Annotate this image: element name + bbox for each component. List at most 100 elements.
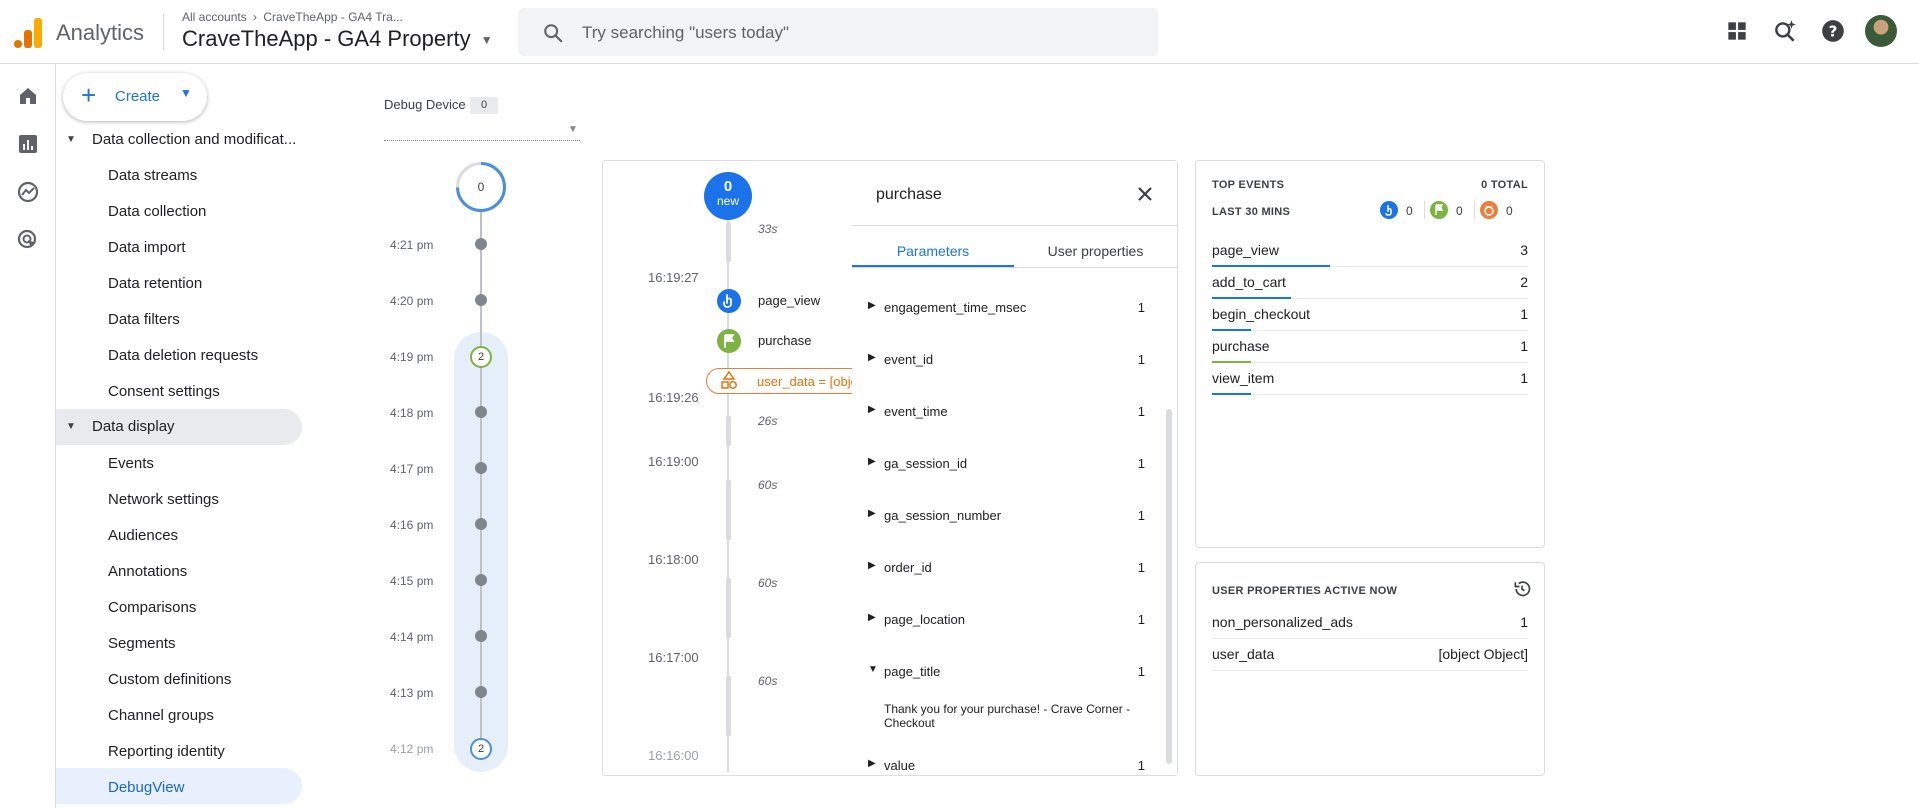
user-property-row[interactable]: non_personalized_ads 1 (1212, 607, 1528, 639)
events-count-icon (1380, 201, 1398, 219)
home-icon[interactable] (16, 84, 40, 108)
minute-marker[interactable] (475, 518, 487, 530)
analytics-logo-icon[interactable] (14, 18, 42, 48)
reports-icon[interactable] (16, 132, 40, 156)
collapse-arrow-icon: ▼ (66, 134, 76, 145)
nav-item-channel-groups[interactable]: Channel groups (108, 707, 214, 724)
top-events-total: 0 TOTAL (1481, 179, 1528, 191)
nav-item-data-deletion-requests[interactable]: Data deletion requests (108, 347, 258, 364)
second-label: 16:19:27 (648, 270, 699, 285)
minute-event-count[interactable]: 2 (470, 738, 492, 760)
help-icon[interactable]: ? (1820, 18, 1846, 44)
search-bar[interactable]: Try searching "users today" (518, 8, 1158, 56)
param-row[interactable]: ▶ ga_session_number 1 (852, 506, 1177, 526)
top-event-row[interactable]: purchase 1 (1212, 331, 1528, 363)
minute-marker[interactable] (475, 630, 487, 642)
top-event-count: 2 (1520, 274, 1528, 290)
nav-item-debugview[interactable]: DebugView (108, 779, 184, 796)
minute-marker[interactable] (475, 686, 487, 698)
param-row[interactable]: ▶ engagement_time_msec 1 (852, 298, 1177, 318)
minute-marker[interactable] (475, 574, 487, 586)
nav-item-segments[interactable]: Segments (108, 635, 176, 652)
breadcrumb[interactable]: All accounts › CraveTheApp - GA4 Tra... (182, 10, 403, 24)
param-row[interactable]: ▶ event_id 1 (852, 350, 1177, 370)
explore-icon[interactable] (16, 180, 40, 204)
nav-section-data-display[interactable]: ▼ Data display (56, 409, 302, 445)
top-event-row[interactable]: add_to_cart 2 (1212, 267, 1528, 299)
param-row[interactable]: ▶ event_time 1 (852, 402, 1177, 422)
minute-event-count[interactable]: 2 (470, 346, 492, 368)
collapse-arrow-icon: ▼ (66, 421, 76, 432)
user-property-row[interactable]: user_data [object Object] (1212, 639, 1528, 671)
nav-item-consent-settings[interactable]: Consent settings (108, 383, 220, 400)
close-icon[interactable] (1136, 185, 1154, 203)
minute-marker[interactable] (475, 238, 487, 250)
time-gap-bar (726, 416, 731, 446)
minute-marker[interactable] (475, 294, 487, 306)
conversion-flag-icon[interactable] (717, 329, 741, 353)
history-icon[interactable] (1512, 579, 1532, 599)
nav-item-comparisons[interactable]: Comparisons (108, 599, 196, 616)
nav-item-events[interactable]: Events (108, 455, 154, 472)
top-event-count: 1 (1520, 338, 1528, 354)
nav-section-data-collection[interactable]: ▼ Data collection and modificat... (56, 122, 302, 158)
top-app-bar: Analytics All accounts › CraveTheApp - G… (0, 0, 1919, 64)
nav-item-data-filters[interactable]: Data filters (108, 311, 180, 328)
scrollbar[interactable] (1166, 409, 1172, 764)
create-button[interactable]: + Create ▼ (63, 73, 207, 121)
tab-user-properties[interactable]: User properties (1014, 243, 1177, 259)
top-event-row[interactable]: page_view 3 (1212, 235, 1528, 267)
tab-parameters[interactable]: Parameters (852, 243, 1014, 259)
minute-label: 4:13 pm (390, 686, 434, 700)
param-key: ga_session_id (884, 456, 968, 471)
new-events-counter[interactable]: 0 new (704, 172, 752, 220)
param-row[interactable]: ▶ ga_session_id 1 (852, 454, 1177, 474)
minute-marker[interactable] (475, 406, 487, 418)
minute-marker[interactable] (475, 462, 487, 474)
event-name-page-view[interactable]: page_view (758, 293, 820, 308)
apps-grid-icon[interactable] (1724, 18, 1750, 44)
search-insights-icon[interactable] (1772, 18, 1798, 44)
property-selector[interactable]: CraveTheApp - GA4 Property ▼ (182, 26, 493, 52)
advertising-icon[interactable] (16, 228, 40, 252)
time-gap-bar (726, 222, 731, 262)
time-gap-label: 60s (758, 576, 778, 590)
event-name-purchase[interactable]: purchase (758, 333, 811, 348)
param-row[interactable]: ▶ order_id 1 (852, 558, 1177, 578)
top-events-period: LAST 30 MINS (1212, 206, 1291, 218)
nav-item-audiences[interactable]: Audiences (108, 527, 178, 544)
param-row[interactable]: ▶ value 1 (852, 756, 1177, 776)
param-row-expanded[interactable]: ▼ page_title 1 (852, 662, 1177, 682)
debug-device-select[interactable] (384, 140, 580, 141)
page-view-event-icon[interactable] (717, 289, 741, 313)
collapse-arrow-icon: ▼ (868, 664, 878, 675)
breadcrumb-all-accounts[interactable]: All accounts (182, 10, 247, 24)
nav-item-custom-definitions[interactable]: Custom definitions (108, 671, 231, 688)
detail-divider (852, 225, 1177, 226)
param-row[interactable]: ▶ page_location 1 (852, 610, 1177, 630)
minute-label: 4:19 pm (390, 350, 434, 364)
nav-item-reporting-identity[interactable]: Reporting identity (108, 743, 225, 760)
error-event-pill[interactable]: user_data = [obje (706, 368, 876, 394)
top-event-row[interactable]: begin_checkout 1 (1212, 299, 1528, 331)
caret-down-icon: ▼ (480, 33, 493, 48)
expand-arrow-icon: ▶ (868, 612, 876, 623)
expand-arrow-icon: ▶ (868, 404, 876, 415)
nav-item-data-collection[interactable]: Data collection (108, 203, 206, 220)
expand-arrow-icon: ▶ (868, 508, 876, 519)
account-avatar[interactable] (1865, 15, 1897, 47)
expand-arrow-icon: ▶ (868, 758, 876, 769)
user-properties-title: USER PROPERTIES ACTIVE NOW (1212, 585, 1398, 597)
app-name: Analytics (56, 20, 145, 45)
new-label: new (716, 194, 739, 208)
nav-item-data-streams[interactable]: Data streams (108, 167, 197, 184)
top-event-row[interactable]: view_item 1 (1212, 363, 1528, 395)
param-count: 1 (1137, 300, 1145, 315)
nav-item-data-import[interactable]: Data import (108, 239, 186, 256)
nav-item-network-settings[interactable]: Network settings (108, 491, 219, 508)
nav-item-data-retention[interactable]: Data retention (108, 275, 202, 292)
nav-item-annotations[interactable]: Annotations (108, 563, 187, 580)
param-key: value (884, 758, 916, 773)
caret-down-icon[interactable]: ▼ (568, 124, 578, 135)
breadcrumb-account[interactable]: CraveTheApp - GA4 Tra... (263, 10, 402, 24)
